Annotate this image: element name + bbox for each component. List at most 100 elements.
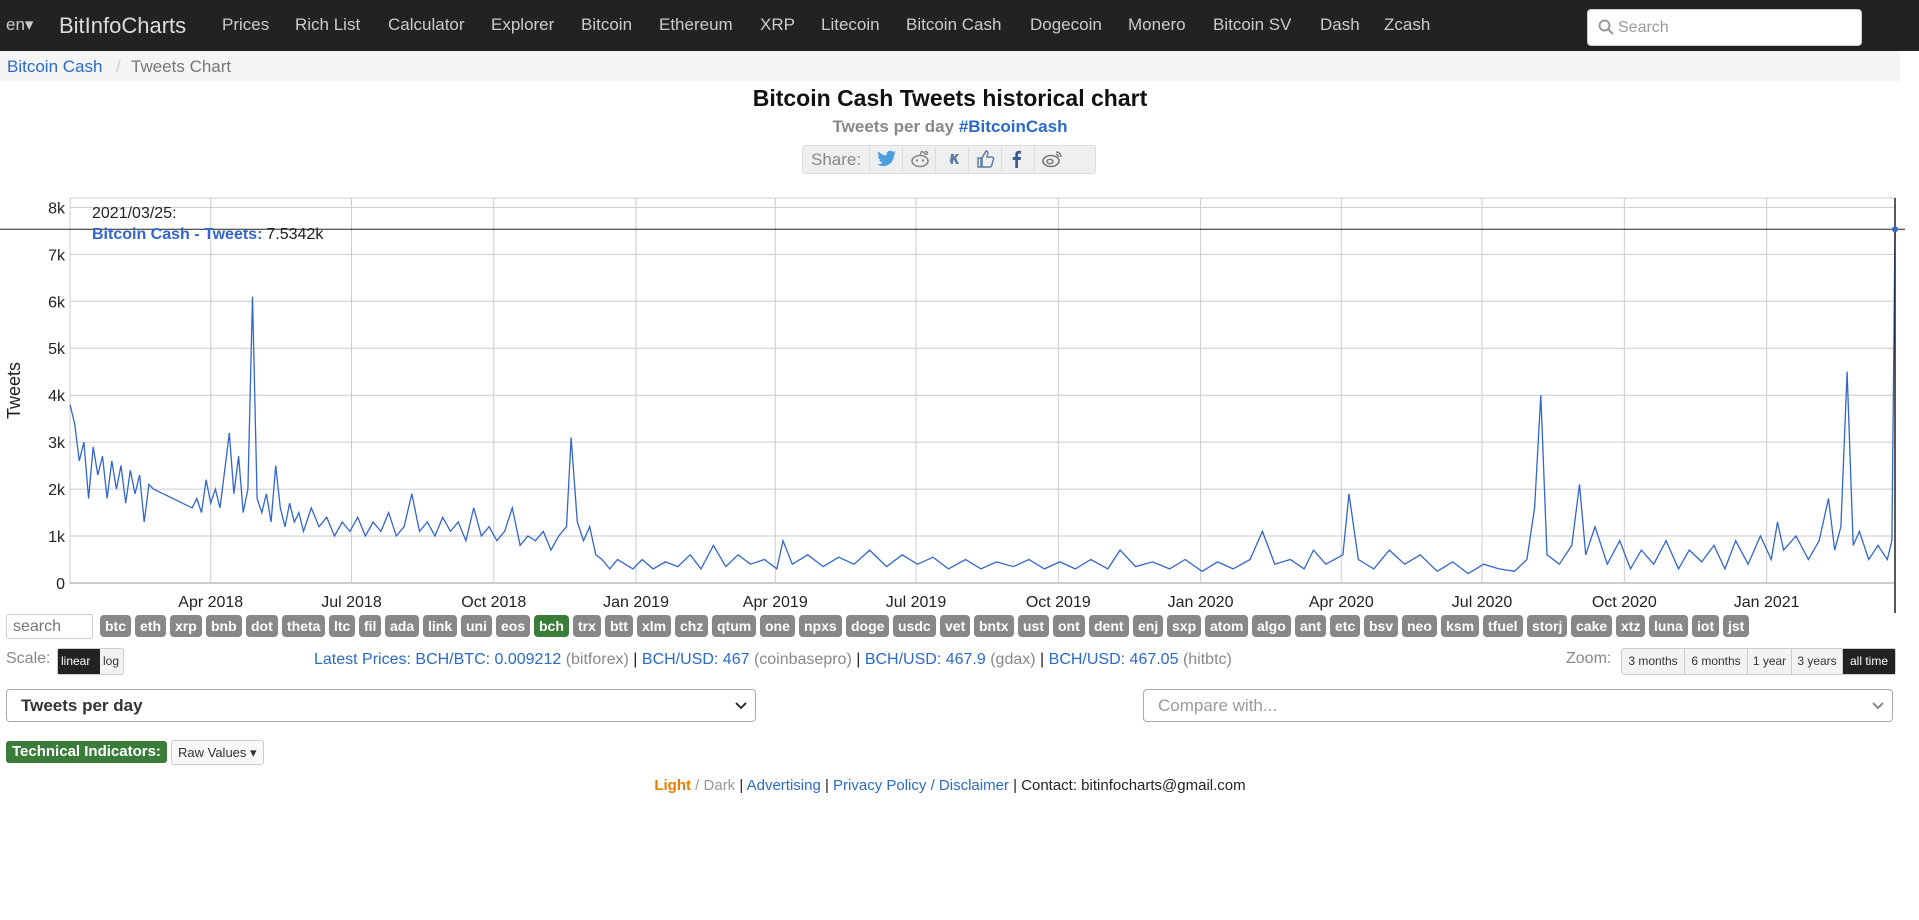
price-bch-usd-hitbtc[interactable]: BCH/USD: 467.05: [1049, 651, 1179, 668]
compare-select-placeholder: Compare with...: [1158, 696, 1278, 715]
coin-button-trx[interactable]: trx: [573, 615, 601, 637]
price-bch-btc[interactable]: BCH/BTC: 0.009212: [415, 651, 561, 668]
disclaimer-link[interactable]: Disclaimer: [939, 777, 1009, 794]
price-bch-usd-gdax[interactable]: BCH/USD: 467.9: [865, 651, 986, 668]
coin-button-eth[interactable]: eth: [135, 615, 166, 637]
coin-button-bnb[interactable]: bnb: [206, 615, 242, 637]
coin-button-btc[interactable]: btc: [100, 615, 131, 637]
coin-button-xrp[interactable]: xrp: [170, 615, 202, 637]
nav-item-dash[interactable]: Dash: [1320, 15, 1360, 35]
x-tick-label: Apr 2018: [178, 594, 243, 611]
coin-button-doge[interactable]: doge: [846, 615, 890, 637]
theme-light-link[interactable]: Light: [654, 777, 691, 794]
coin-button-one[interactable]: one: [760, 615, 795, 637]
privacy-policy-link[interactable]: Privacy Policy: [833, 777, 926, 794]
coin-button-vet[interactable]: vet: [940, 615, 971, 637]
like-icon: [977, 150, 995, 168]
zoom-6-months-button[interactable]: 6 months: [1685, 649, 1748, 674]
exchange-bitforex: (bitforex): [565, 651, 629, 668]
coin-search-input[interactable]: [6, 614, 93, 639]
tooltip-series-label: Bitcoin Cash - Tweets:: [92, 226, 262, 243]
share-weibo-button[interactable]: [1034, 146, 1068, 173]
scale-linear-button[interactable]: linear: [58, 649, 100, 674]
nav-item-zcash[interactable]: Zcash: [1384, 15, 1430, 35]
coin-button-storj[interactable]: storj: [1527, 615, 1568, 637]
footer: Light / Dark | Advertising | Privacy Pol…: [654, 777, 1246, 794]
coin-button-dent[interactable]: dent: [1089, 615, 1129, 637]
chevron-down-icon: [735, 702, 747, 710]
site-search[interactable]: [1587, 9, 1862, 46]
zoom-label: Zoom:: [1566, 650, 1612, 667]
zoom-3-months-button[interactable]: 3 months: [1622, 649, 1685, 674]
technical-indicators-dropdown[interactable]: Raw Values ▾: [171, 740, 264, 765]
coin-button-iot[interactable]: iot: [1692, 615, 1720, 637]
y-tick-label: 5k: [48, 341, 66, 358]
advertising-link[interactable]: Advertising: [747, 777, 821, 794]
coin-button-neo[interactable]: neo: [1402, 615, 1437, 637]
zoom-1-year-button[interactable]: 1 year: [1748, 649, 1792, 674]
coin-button-ust[interactable]: ust: [1018, 615, 1049, 637]
theme-dark-link[interactable]: Dark: [704, 777, 736, 794]
coin-button-link[interactable]: link: [423, 615, 458, 637]
coin-button-sxp[interactable]: sxp: [1167, 615, 1202, 637]
share-facebook-button[interactable]: [1001, 146, 1034, 173]
nav-item-bitcoin-cash[interactable]: Bitcoin Cash: [906, 15, 1001, 35]
zoom-all-time-button[interactable]: all time: [1843, 649, 1895, 674]
brand-logo[interactable]: BitInfoCharts: [59, 13, 186, 39]
scale-log-button[interactable]: log: [100, 649, 123, 674]
coin-button-dot[interactable]: dot: [246, 615, 278, 637]
coin-button-ada[interactable]: ada: [385, 615, 420, 637]
coin-button-tfuel[interactable]: tfuel: [1483, 615, 1523, 637]
nav-item-monero[interactable]: Monero: [1128, 15, 1186, 35]
language-dropdown[interactable]: en▾: [6, 15, 33, 35]
coin-button-ltc[interactable]: ltc: [329, 615, 356, 637]
tweets-line-chart[interactable]: 0 1k 2k 3k 4k 5k 6k 7k 8k Apr 2018 Jul 2018 Oct 201…: [0, 190, 1905, 616]
coin-button-usdc[interactable]: usdc: [893, 615, 936, 637]
nav-item-litecoin[interactable]: Litecoin: [821, 15, 880, 35]
share-like-button[interactable]: [968, 146, 1001, 173]
coin-button-bsv[interactable]: bsv: [1364, 615, 1399, 637]
nav-item-rich-list[interactable]: Rich List: [295, 15, 360, 35]
coin-button-cake[interactable]: cake: [1571, 615, 1613, 637]
coin-button-atom[interactable]: atom: [1205, 615, 1249, 637]
coin-button-jst[interactable]: jst: [1723, 615, 1750, 637]
coin-button-etc[interactable]: etc: [1330, 615, 1361, 637]
price-bch-usd-coinbasepro[interactable]: BCH/USD: 467: [642, 651, 750, 668]
coin-button-bntx[interactable]: bntx: [974, 615, 1014, 637]
y-tick-label: 2k: [48, 482, 66, 499]
search-input[interactable]: [1618, 16, 1848, 40]
nav-item-ethereum[interactable]: Ethereum: [659, 15, 733, 35]
share-vk-button[interactable]: [935, 146, 968, 173]
zoom-3-years-button[interactable]: 3 years: [1792, 649, 1843, 674]
nav-item-dogecoin[interactable]: Dogecoin: [1030, 15, 1102, 35]
coin-button-bch[interactable]: bch: [534, 615, 569, 637]
coin-button-btt[interactable]: btt: [605, 615, 633, 637]
coin-button-ont[interactable]: ont: [1053, 615, 1085, 637]
nav-item-calculator[interactable]: Calculator: [388, 15, 465, 35]
coin-button-uni[interactable]: uni: [461, 615, 492, 637]
coin-button-qtum[interactable]: qtum: [712, 615, 757, 637]
nav-item-bitcoin[interactable]: Bitcoin: [581, 15, 632, 35]
coin-button-ant[interactable]: ant: [1295, 615, 1326, 637]
coin-button-fil[interactable]: fil: [359, 615, 382, 637]
coin-button-xlm[interactable]: xlm: [637, 615, 672, 637]
metric-select[interactable]: Tweets per day: [6, 689, 756, 722]
breadcrumb-bitcoin-cash[interactable]: Bitcoin Cash: [7, 57, 102, 77]
hashtag-link[interactable]: #BitcoinCash: [959, 117, 1068, 136]
nav-item-explorer[interactable]: Explorer: [491, 15, 554, 35]
share-reddit-button[interactable]: [902, 146, 935, 173]
nav-item-xrp[interactable]: XRP: [760, 15, 795, 35]
coin-button-eos[interactable]: eos: [496, 615, 531, 637]
coin-button-algo[interactable]: algo: [1252, 615, 1291, 637]
nav-item-prices[interactable]: Prices: [222, 15, 269, 35]
coin-button-enj[interactable]: enj: [1133, 615, 1164, 637]
coin-button-theta[interactable]: theta: [282, 615, 326, 637]
coin-button-xtz[interactable]: xtz: [1616, 615, 1646, 637]
share-twitter-button[interactable]: [869, 146, 902, 173]
compare-select[interactable]: Compare with...: [1143, 689, 1893, 722]
coin-button-luna[interactable]: luna: [1649, 615, 1688, 637]
nav-item-bitcoin-sv[interactable]: Bitcoin SV: [1213, 15, 1291, 35]
coin-button-ksm[interactable]: ksm: [1441, 615, 1480, 637]
coin-button-npxs[interactable]: npxs: [799, 615, 842, 637]
coin-button-chz[interactable]: chz: [675, 615, 709, 637]
